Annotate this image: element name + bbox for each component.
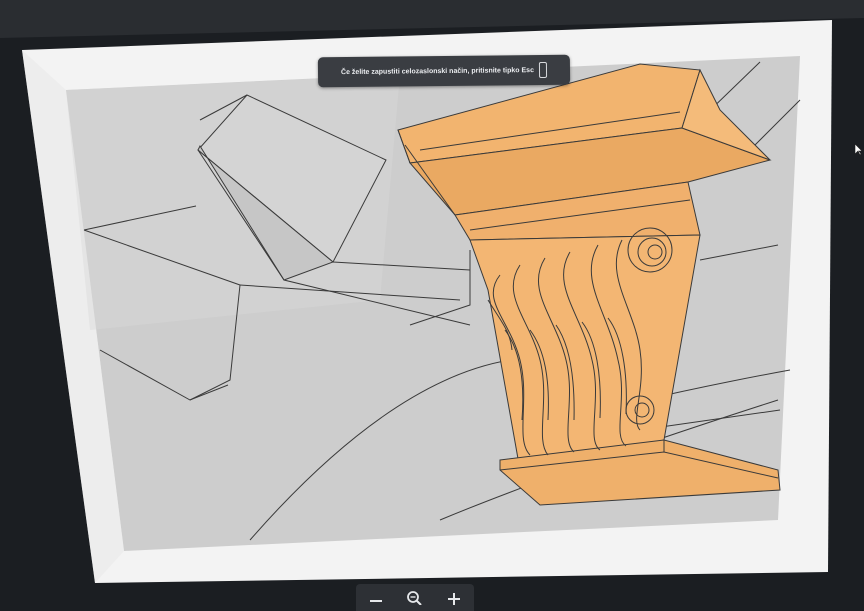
fullscreen-exit-message: Če želite zapustiti celozaslonski način,…: [340, 66, 535, 76]
monitor-scene: [0, 0, 864, 611]
zoom-controls: [356, 584, 474, 611]
plus-icon: [448, 592, 461, 605]
minus-icon: [369, 599, 382, 602]
esc-key-icon: [538, 61, 548, 79]
magnifier-icon: [407, 590, 422, 606]
zoom-in-button[interactable]: [440, 587, 468, 609]
fullscreen-exit-notice: Če želite zapustiti celozaslonski način,…: [317, 54, 571, 88]
zoom-reset-button[interactable]: [401, 587, 429, 609]
mouse-cursor-icon: [855, 144, 863, 156]
zoom-out-button[interactable]: [362, 588, 390, 608]
